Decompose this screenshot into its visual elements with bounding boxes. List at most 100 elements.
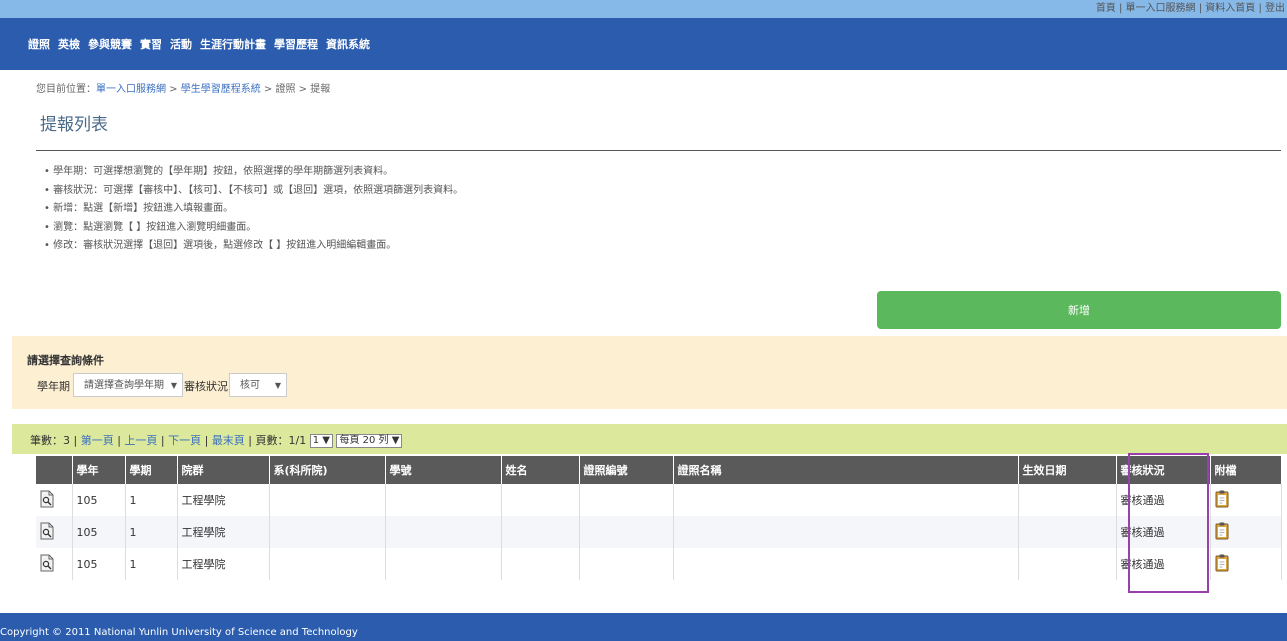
cell-cert-name xyxy=(673,548,1019,580)
breadcrumb-separator: > xyxy=(166,84,181,95)
nav-item-info-system[interactable]: 資訊系統 xyxy=(326,38,370,52)
review-status-highlight xyxy=(1128,453,1209,593)
cell-name xyxy=(501,484,580,516)
view-document-icon[interactable] xyxy=(40,522,54,540)
cell-cert-number xyxy=(579,548,674,580)
cell-academic-year: 105 xyxy=(72,516,126,548)
instruction-item: 新增：點選【新增】按鈕進入填報畫面。 xyxy=(44,200,463,219)
view-cell xyxy=(36,548,73,580)
breadcrumb-portal[interactable]: 單一入口服務網 xyxy=(96,84,166,95)
cell-cert-name xyxy=(673,516,1019,548)
cell-college: 工程學院 xyxy=(177,484,270,516)
chevron-down-icon: ▼ xyxy=(170,381,177,390)
view-document-icon[interactable] xyxy=(40,490,54,508)
cell-college: 工程學院 xyxy=(177,516,270,548)
nav-item-activity[interactable]: 活動 xyxy=(170,38,192,52)
view-document-icon[interactable] xyxy=(40,554,54,572)
instruction-item: 修改：審核狀況選擇【退回】選項後，點選修改【 】按鈕進入明細編輯畫面。 xyxy=(44,237,463,256)
nav-item-career-plan[interactable]: 生涯行動計畫 xyxy=(200,38,266,52)
breadcrumb-portfolio-system[interactable]: 學生學習歷程系統 xyxy=(181,84,261,95)
pager-bar: 筆數：3 | 第一頁 | 上一頁 | 下一頁 | 最末頁 | 頁數：1/1 1 … xyxy=(12,424,1287,454)
instruction-list: 學年期：可選擇想瀏覽的【學年期】按鈕，依照選擇的學年期篩選列表資料。 審核狀況：… xyxy=(44,163,463,256)
instruction-item: 學年期：可選擇想瀏覽的【學年期】按鈕，依照選擇的學年期篩選列表資料。 xyxy=(44,163,463,182)
copyright-text: Copyright © 2011 National Yunlin Univers… xyxy=(0,627,358,638)
table-row: 105 1 工程學院 審核通過 xyxy=(36,484,1282,516)
nav-item-learning-portfolio[interactable]: 學習歷程 xyxy=(274,38,318,52)
cell-semester: 1 xyxy=(125,484,178,516)
cell-student-id xyxy=(385,484,502,516)
nav-item-english-test[interactable]: 英檢 xyxy=(58,38,80,52)
header-view xyxy=(36,456,73,484)
per-page-select[interactable]: 每頁 20 列 ▼ xyxy=(336,434,403,448)
footer: Copyright © 2011 National Yunlin Univers… xyxy=(0,613,1287,641)
nav-item-internship[interactable]: 實習 xyxy=(140,38,162,52)
per-page-select-value: 每頁 20 列 xyxy=(339,435,389,446)
cell-student-id xyxy=(385,516,502,548)
clipboard-icon[interactable] xyxy=(1215,490,1229,508)
header-semester: 學期 xyxy=(125,456,178,484)
last-page-link[interactable]: 最末頁 xyxy=(212,434,245,447)
first-page-link[interactable]: 第一頁 xyxy=(81,434,114,447)
breadcrumb-separator: > xyxy=(295,84,311,95)
add-button[interactable]: 新增 xyxy=(877,291,1281,329)
page-select-value: 1 xyxy=(312,435,320,446)
cell-semester: 1 xyxy=(125,516,178,548)
view-cell xyxy=(36,516,73,548)
breadcrumb-certificate: 證照 xyxy=(275,84,296,95)
cell-effective-date xyxy=(1018,484,1117,516)
breadcrumb-report: 提報 xyxy=(310,84,331,95)
status-select[interactable]: 核可 ▼ xyxy=(229,373,287,397)
header-department: 系(科所院) xyxy=(269,456,386,484)
nav-item-certificate[interactable]: 證照 xyxy=(28,38,50,52)
cell-semester: 1 xyxy=(125,548,178,580)
main-nav: 證照 英檢 參與競賽 實習 活動 生涯行動計畫 學習歷程 資訊系統 xyxy=(0,18,1287,70)
cell-name xyxy=(501,516,580,548)
header-attachment: 附檔 xyxy=(1210,456,1282,484)
status-select-value: 核可 xyxy=(240,380,260,391)
top-bar: 首頁 | 單一入口服務網 | 資料入首頁 | 登出 xyxy=(0,0,1287,18)
filter-panel: 請選擇查詢條件 學年期 請選擇查詢學年期 ▼ 審核狀況 核可 ▼ xyxy=(12,336,1287,409)
cell-department xyxy=(269,484,386,516)
instruction-item: 審核狀況：可選擇【審核中】、【核可】、【不核可】或【退回】選項，依照選項篩選列表… xyxy=(44,182,463,201)
cell-department xyxy=(269,548,386,580)
page-select[interactable]: 1 ▼ xyxy=(309,434,333,448)
cell-cert-name xyxy=(673,484,1019,516)
table-row: 105 1 工程學院 審核通過 xyxy=(36,548,1282,580)
term-select[interactable]: 請選擇查詢學年期 ▼ xyxy=(73,373,183,397)
cell-college: 工程學院 xyxy=(177,548,270,580)
cell-cert-number xyxy=(579,484,674,516)
header-college: 院群 xyxy=(177,456,270,484)
clipboard-icon[interactable] xyxy=(1215,522,1229,540)
breadcrumb: 您目前位置：單一入口服務網 > 學生學習歷程系統 > 證照 > 提報 xyxy=(36,80,330,95)
nav-item-competition[interactable]: 參與競賽 xyxy=(88,38,132,52)
record-count: 筆數：3 xyxy=(30,434,70,447)
status-label: 審核狀況 xyxy=(184,380,228,393)
cell-cert-number xyxy=(579,516,674,548)
breadcrumb-separator: > xyxy=(260,84,276,95)
next-page-link[interactable]: 下一頁 xyxy=(168,434,201,447)
prev-page-link[interactable]: 上一頁 xyxy=(124,434,157,447)
top-links[interactable]: 首頁 | 單一入口服務網 | 資料入首頁 | 登出 xyxy=(1096,3,1285,15)
page-count: 頁數：1/1 xyxy=(255,434,307,447)
cell-academic-year: 105 xyxy=(72,548,126,580)
attachment-cell xyxy=(1210,548,1282,580)
cell-academic-year: 105 xyxy=(72,484,126,516)
clipboard-icon[interactable] xyxy=(1215,554,1229,572)
cell-effective-date xyxy=(1018,516,1117,548)
cell-department xyxy=(269,516,386,548)
header-effective-date: 生效日期 xyxy=(1018,456,1117,484)
cell-effective-date xyxy=(1018,548,1117,580)
view-cell xyxy=(36,484,73,516)
cell-student-id xyxy=(385,548,502,580)
header-student-id: 學號 xyxy=(385,456,502,484)
term-label: 學年期 xyxy=(37,380,70,393)
title-divider xyxy=(36,150,1281,151)
chevron-down-icon: ▼ xyxy=(274,381,281,390)
page-title: 提報列表 xyxy=(40,115,108,135)
table-row: 105 1 工程學院 審核通過 xyxy=(36,516,1282,548)
table-header-row: 學年 學期 院群 系(科所院) 學號 姓名 證照編號 證照名稱 生效日期 審核狀… xyxy=(36,456,1282,484)
term-select-value: 請選擇查詢學年期 xyxy=(84,380,164,391)
attachment-cell xyxy=(1210,516,1282,548)
header-name: 姓名 xyxy=(501,456,580,484)
breadcrumb-prefix: 您目前位置： xyxy=(36,84,96,95)
